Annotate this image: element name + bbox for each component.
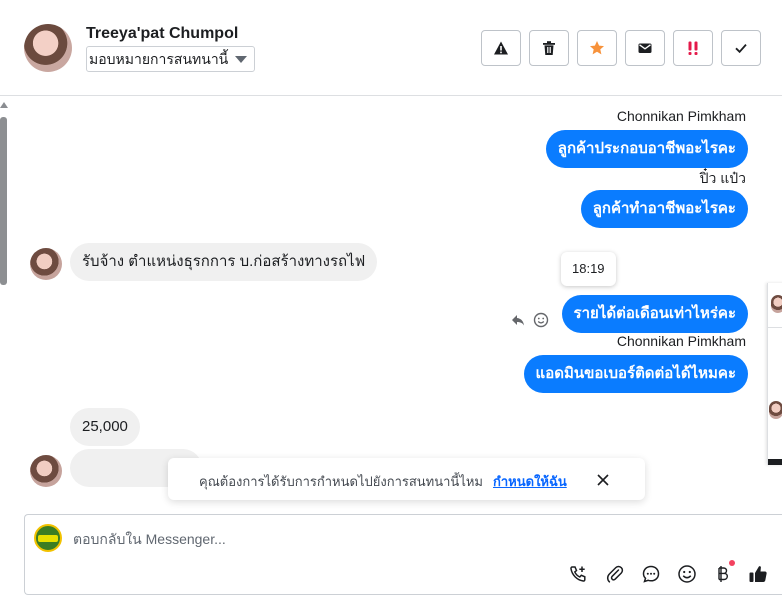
message-sender-name: ปิ๋ว แป๋ว [699,170,746,186]
payment-icon[interactable] [712,563,734,585]
conversation-header: Treeya'pat Chumpol มอบหมายการสนทนานี้ [0,0,782,96]
chevron-down-icon [235,56,248,63]
star-button[interactable] [577,30,617,66]
side-panel-avatar [771,295,782,313]
incoming-message[interactable]: 25,000 [70,408,140,446]
contact-avatar-small [30,248,62,280]
check-icon [735,44,747,54]
side-panel-edge[interactable] [767,283,782,465]
side-panel-bar [768,459,782,465]
side-panel-divider [768,327,782,328]
outgoing-message[interactable]: ลูกค้าประกอบอาชีพอะไรคะ [545,130,748,168]
mark-done-button[interactable] [721,30,761,66]
emoji-icon[interactable] [676,563,698,585]
message-time-tooltip: 18:19 [561,252,616,286]
react-emoji-icon[interactable] [531,310,551,330]
assign-notice-text: คุณต้องการได้รับการกำหนดไปยังการสนทนานี้… [199,474,483,489]
report-spam-button[interactable] [481,30,521,66]
delete-button[interactable] [529,30,569,66]
message-sender-name: Chonnikan Pimkham [616,333,746,349]
like-icon[interactable] [747,563,769,585]
page-logo [34,524,62,552]
outgoing-message[interactable]: รายได้ต่อเดือนเท่าไหร่คะ [561,295,748,333]
assign-select-value: มอบหมายการสนทนานี้ [89,51,229,67]
contact-avatar-small [30,455,62,487]
assign-to-me-link[interactable]: กำหนดให้ฉัน [493,471,567,492]
reply-icon[interactable] [508,310,528,330]
assign-notice: คุณต้องการได้รับการกำหนดไปยังการสนทนานี้… [168,458,645,500]
reply-composer [24,514,782,595]
add-call-icon[interactable] [567,563,589,585]
conversation-view: Treeya'pat Chumpol มอบหมายการสนทนานี้ Ch… [0,0,782,595]
follow-up-button[interactable] [673,30,713,66]
contact-name[interactable]: Treeya'pat Chumpol [86,25,238,43]
trash-icon [543,41,555,55]
outgoing-message[interactable]: แอดมินขอเบอร์ติดต่อได้ไหมคะ [523,355,748,393]
message-thread[interactable]: Chonnikan Pimkham ลูกค้าประกอบอาชีพอะไรค… [0,97,782,515]
reply-input[interactable] [73,529,713,549]
warning-icon [494,41,508,55]
contact-avatar[interactable] [24,24,72,72]
envelope-icon [638,43,652,53]
scrollbar-thumb[interactable] [0,117,7,285]
incoming-message[interactable]: รับจ้าง ตำแหน่งธุรกการ บ.ก่อสร้างทางรถไฟ [70,243,378,281]
mark-unread-button[interactable] [625,30,665,66]
side-panel-avatar [769,401,782,419]
assign-conversation-select[interactable]: มอบหมายการสนทนานี้ [86,46,256,72]
follow-up-icon [688,41,698,55]
scroll-up-arrow[interactable] [0,102,8,108]
notification-dot [729,560,735,566]
saved-reply-icon[interactable] [640,563,662,585]
message-sender-name: Chonnikan Pimkham [616,108,746,124]
star-icon [590,41,604,55]
outgoing-message[interactable]: ลูกค้าทำอาชีพอะไรคะ [580,190,748,228]
attachment-icon[interactable] [604,563,626,585]
close-icon[interactable] [595,472,611,488]
